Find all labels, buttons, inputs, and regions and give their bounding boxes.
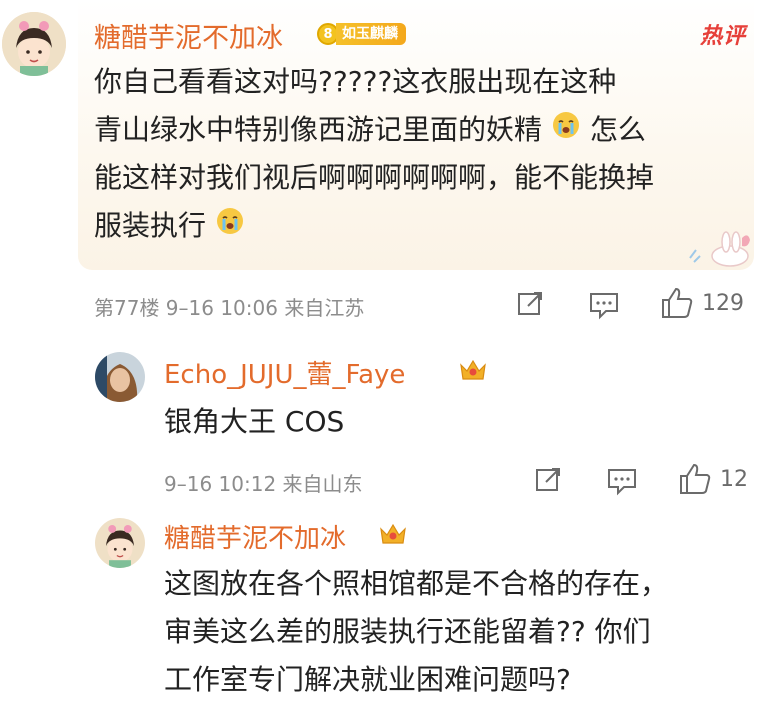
like-count: 12 xyxy=(720,466,748,492)
reply-text: 这图放在各个照相馆都是不合格的存在， 审美这么差的服装执行还能留着?? 你们 工… xyxy=(164,560,668,704)
like-count: 129 xyxy=(702,290,744,316)
avatar[interactable] xyxy=(2,12,66,76)
reply-button[interactable] xyxy=(606,466,638,496)
reply-line: 这图放在各个照相馆都是不合格的存在， xyxy=(164,567,669,600)
comment-icon xyxy=(590,293,618,320)
comment-line-text: 怎么 xyxy=(589,113,646,146)
username[interactable]: Echo_JUJU_蕾_Faye xyxy=(164,354,405,391)
crown-badge-icon xyxy=(458,357,488,383)
comment-line: 服装执行 xyxy=(94,202,654,250)
comment-line-text: 服装执行 xyxy=(94,209,207,242)
reply-text: 银角大王 COS xyxy=(164,405,345,438)
avatar[interactable] xyxy=(95,352,145,402)
hot-comment-label: 热评 xyxy=(699,24,746,49)
reply-line: 工作室专门解决就业困难问题吗? xyxy=(164,663,571,696)
reply-button[interactable] xyxy=(588,290,620,320)
share-icon xyxy=(518,292,542,315)
level-badge[interactable]: 8 如玉麒麟 xyxy=(317,22,406,46)
badge-label: 如玉麒麟 xyxy=(336,23,406,45)
bunny-sticker-icon xyxy=(682,228,752,268)
like-button[interactable]: 129 xyxy=(660,286,744,320)
comment-line-text: 青山绿水中特别像西游记里面的妖精 xyxy=(94,113,543,146)
comment-line: 青山绿水中特别像西游记里面的妖精 怎么 xyxy=(94,106,654,154)
crying-emoji-icon xyxy=(215,203,245,251)
username[interactable]: 糖醋芋泥不加冰 xyxy=(94,16,283,55)
comment-meta: 第77楼 9–16 10:06 来自江苏 xyxy=(94,296,365,320)
avatar[interactable] xyxy=(95,518,145,568)
crown-badge-icon xyxy=(378,521,408,547)
comment-icon xyxy=(608,469,636,496)
reply-meta: 9–16 10:12 来自山东 xyxy=(164,472,363,496)
username[interactable]: 糖醋芋泥不加冰 xyxy=(164,518,346,555)
share-button[interactable] xyxy=(516,289,546,319)
share-icon xyxy=(536,468,560,491)
like-button[interactable]: 12 xyxy=(678,462,748,496)
reply-line: 审美这么差的服装执行还能留着?? 你们 xyxy=(164,615,651,648)
share-button[interactable] xyxy=(534,465,564,495)
thumbs-up-icon xyxy=(662,287,693,318)
comment-text: 你自己看看这对吗?????这衣服出现在这种 青山绿水中特别像西游记里面的妖精 怎… xyxy=(94,58,654,250)
comment-line: 你自己看看这对吗?????这衣服出现在这种 xyxy=(94,65,617,98)
comment-line: 能这样对我们视后啊啊啊啊啊啊，能不能换掉 xyxy=(94,161,655,194)
crying-emoji-icon xyxy=(551,107,581,155)
thumbs-up-icon xyxy=(680,463,711,494)
